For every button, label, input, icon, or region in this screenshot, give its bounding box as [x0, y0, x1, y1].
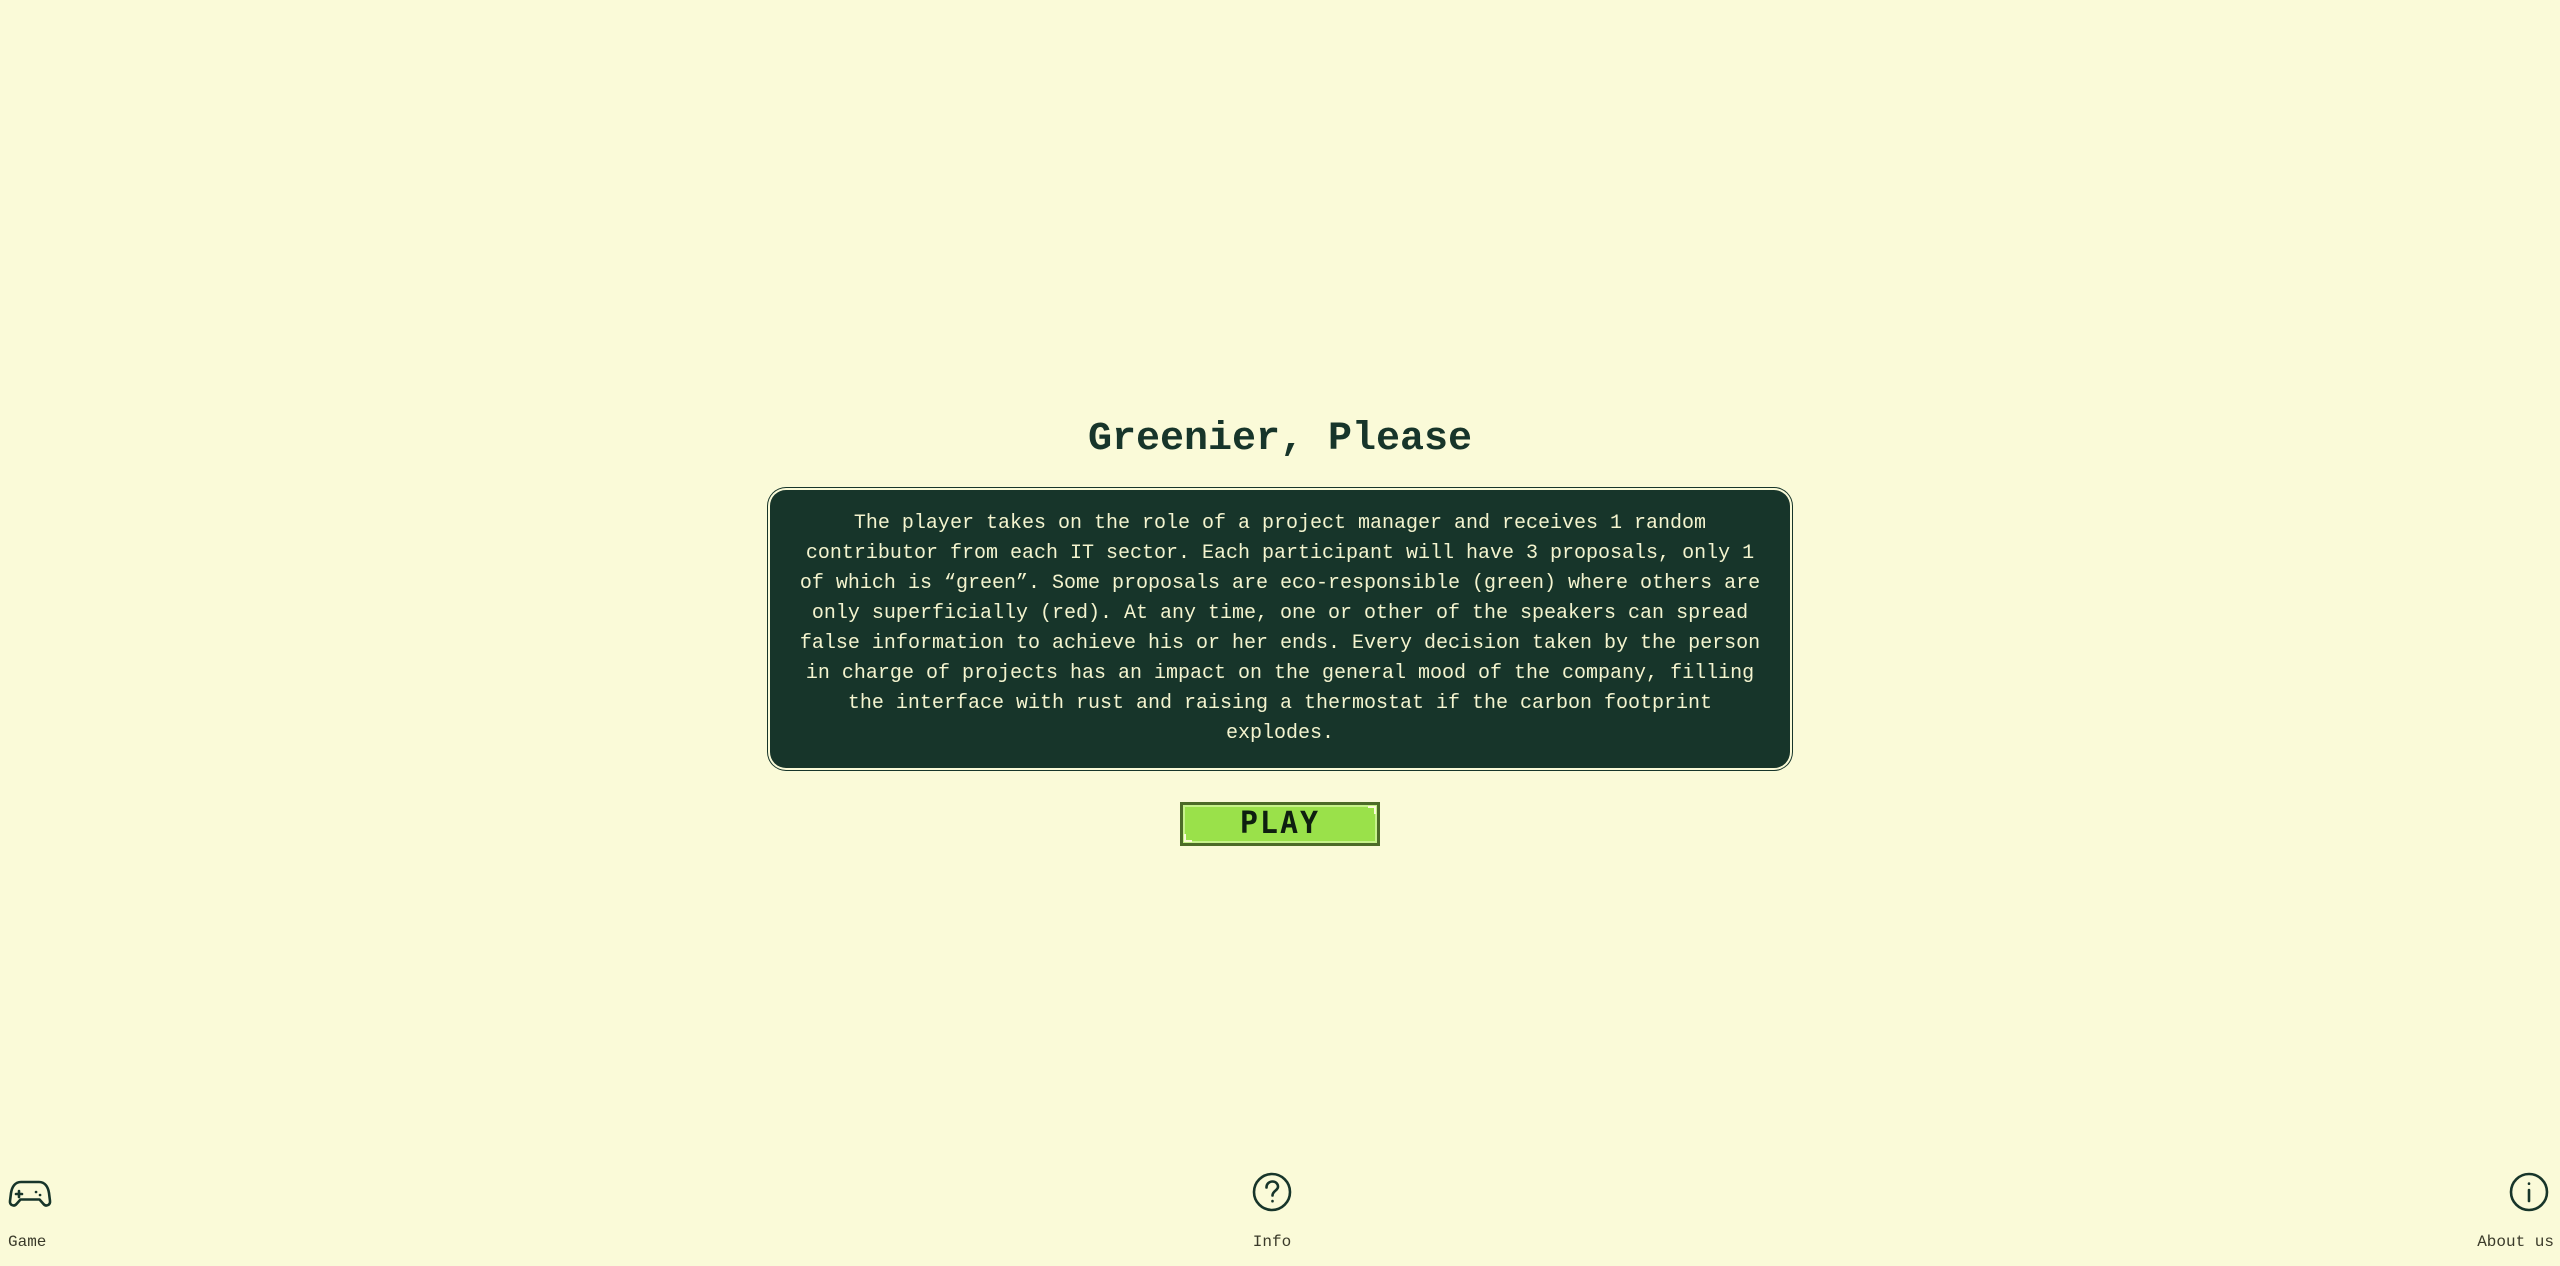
description-card: The player takes on the role of a projec… [768, 488, 1792, 770]
nav-about[interactable]: About us [2477, 1170, 2554, 1252]
button-corner-decoration [1368, 806, 1376, 814]
nav-info-label: Info [1252, 1233, 1292, 1251]
play-button[interactable]: PLAY [1180, 802, 1380, 846]
question-circle-icon [1250, 1170, 1294, 1214]
nav-game[interactable]: Game [8, 1170, 52, 1252]
page-title: Greenier, Please [1087, 417, 1473, 462]
info-circle-icon [2507, 1170, 2551, 1214]
play-button-label: PLAY [1239, 806, 1321, 841]
button-corner-decoration [1184, 834, 1192, 842]
description-text: The player takes on the role of a projec… [799, 512, 1761, 745]
gamepad-icon [8, 1170, 52, 1214]
nav-about-label: About us [2477, 1233, 2554, 1251]
nav-game-label: Game [8, 1233, 47, 1251]
nav-info[interactable]: Info [1250, 1170, 1294, 1252]
